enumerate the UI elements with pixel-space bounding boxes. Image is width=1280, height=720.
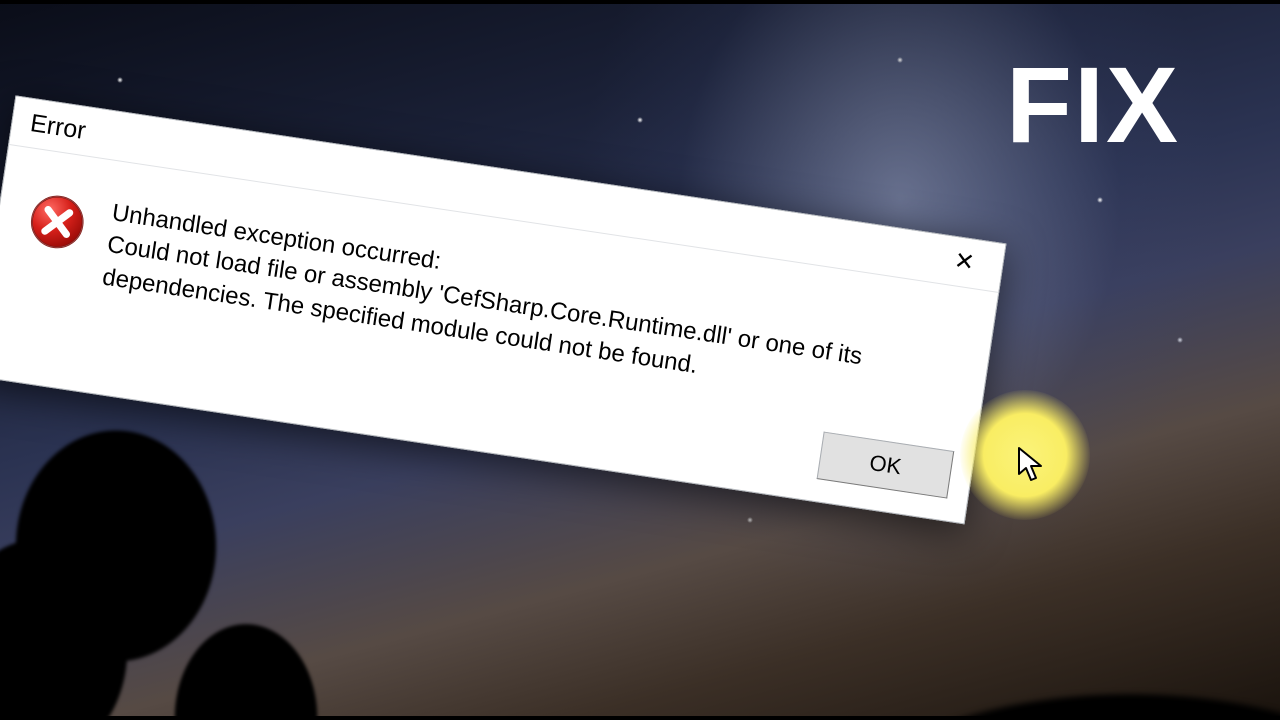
dialog-title: Error [28,109,87,146]
fix-overlay-text: FIX [1006,42,1180,167]
close-icon: ✕ [953,249,976,276]
error-icon [24,189,90,255]
letterbox [0,0,1280,4]
close-button[interactable]: ✕ [938,242,990,283]
ok-button[interactable]: OK [817,432,955,499]
wallpaper-hill-silhouette [640,500,1280,720]
letterbox [0,716,1280,720]
